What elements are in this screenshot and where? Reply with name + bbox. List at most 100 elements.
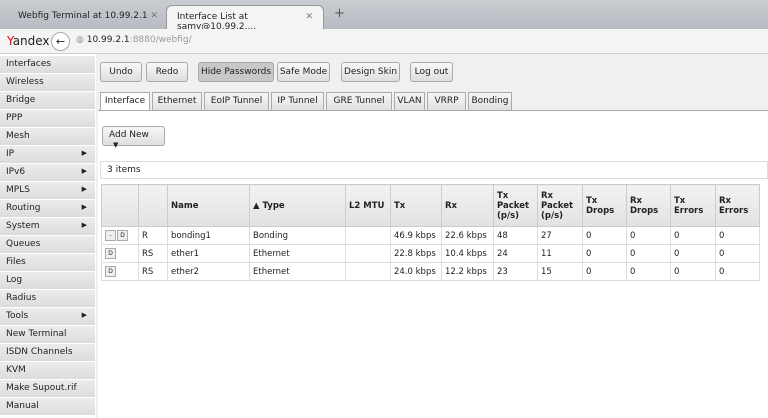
disable-button[interactable]: D xyxy=(105,266,116,277)
sidebar-item-mpls[interactable]: MPLS ▶ xyxy=(0,182,95,200)
tab-bonding[interactable]: Bonding xyxy=(468,92,512,110)
design-skin-button[interactable]: Design Skin xyxy=(341,62,400,82)
sidebar-item-kvm[interactable]: KVM xyxy=(0,362,95,380)
column-header[interactable]: Tx Errors xyxy=(670,184,716,227)
column-header[interactable]: Tx Packet (p/s) xyxy=(493,184,538,227)
column-header[interactable]: Name xyxy=(167,184,250,227)
tab-ethernet[interactable]: Ethernet xyxy=(152,92,202,110)
sidebar-item-ppp[interactable]: PPP xyxy=(0,110,95,128)
browser-tab-bar: Webfig Terminal at 10.99.2.1 ✕ Interface … xyxy=(0,0,768,32)
sidebar-item-wireless[interactable]: Wireless xyxy=(0,74,95,92)
disable-button[interactable]: D xyxy=(117,230,128,241)
column-header[interactable]: ▲ Type xyxy=(249,184,346,227)
cell-l2mtu xyxy=(345,244,391,263)
url-field[interactable]: ◍ 10.99.2.1:8880/webfig/ xyxy=(76,35,192,45)
sidebar-item-manual[interactable]: Manual xyxy=(0,398,95,416)
item-count: 3 items xyxy=(100,161,768,179)
chevron-right-icon: ▶ xyxy=(81,185,87,193)
collapse-button[interactable]: - xyxy=(105,230,116,241)
cell-txd: 0 xyxy=(582,244,627,263)
sidebar-item-label: MPLS xyxy=(6,185,30,195)
tab-interface[interactable]: Interface xyxy=(100,92,150,111)
browser-tab-active[interactable]: Interface List at samy@10.99.2.... ✕ xyxy=(166,5,324,32)
cell-name: bonding1 xyxy=(167,226,250,245)
column-header[interactable]: Rx Packet (p/s) xyxy=(537,184,583,227)
column-header[interactable]: Rx Errors xyxy=(715,184,760,227)
cell-rx: 22.6 kbps xyxy=(441,226,494,245)
chevron-right-icon: ▶ xyxy=(81,167,87,175)
sidebar-item-label: Routing xyxy=(6,203,41,213)
sidebar-item-label: Radius xyxy=(6,293,37,303)
disable-button[interactable]: D xyxy=(105,248,116,259)
chevron-right-icon: ▶ xyxy=(81,221,87,229)
tab-vrrp[interactable]: VRRP xyxy=(427,92,466,110)
safe-mode-button[interactable]: Safe Mode xyxy=(277,62,330,82)
sidebar-item-label: Log xyxy=(6,275,23,285)
cell-txe: 0 xyxy=(670,226,716,245)
sidebar-item-new-terminal[interactable]: New Terminal xyxy=(0,326,95,344)
sidebar-item-routing[interactable]: Routing ▶ xyxy=(0,200,95,218)
column-header[interactable]: Rx Drops xyxy=(626,184,671,227)
main-content: Undo Redo Hide Passwords Safe Mode Desig… xyxy=(96,54,768,418)
cell-tx: 46.9 kbps xyxy=(390,226,442,245)
sidebar-item-label: Interfaces xyxy=(6,59,51,69)
undo-button[interactable]: Undo xyxy=(100,62,142,82)
cell-l2mtu xyxy=(345,262,391,281)
sidebar-item-label: IP xyxy=(6,149,15,159)
tab-eoip-tunnel[interactable]: EoIP Tunnel xyxy=(204,92,269,110)
sidebar-item-system[interactable]: System ▶ xyxy=(0,218,95,236)
sidebar-item-label: Queues xyxy=(6,239,41,249)
close-icon[interactable]: ✕ xyxy=(150,11,158,21)
column-header[interactable]: Tx xyxy=(390,184,442,227)
sidebar-item-label: Bridge xyxy=(6,95,36,105)
tab-ip-tunnel[interactable]: IP Tunnel xyxy=(271,92,324,110)
cell-type: Ethernet xyxy=(249,244,346,263)
cell-rx: 10.4 kbps xyxy=(441,244,494,263)
table-row[interactable]: - D Rbonding1 Bonding 46.9 kbps 22.6 kbps 48 27… xyxy=(101,226,760,245)
cell-rxe: 0 xyxy=(715,262,760,281)
sidebar-item-make-supout-rif[interactable]: Make Supout.rif xyxy=(0,380,95,398)
chevron-down-icon: ▼ xyxy=(113,141,119,149)
column-header[interactable]: Rx xyxy=(441,184,494,227)
cell-rxe: 0 xyxy=(715,226,760,245)
redo-button[interactable]: Redo xyxy=(146,62,188,82)
tab-gre-tunnel[interactable]: GRE Tunnel xyxy=(326,92,392,110)
cell-txe: 0 xyxy=(670,262,716,281)
sidebar-item-label: Wireless xyxy=(6,77,44,87)
sidebar-item-bridge[interactable]: Bridge xyxy=(0,92,95,110)
back-arrow-icon[interactable]: ← xyxy=(51,32,70,51)
close-icon[interactable]: ✕ xyxy=(305,12,313,22)
cell-flags: RS xyxy=(138,262,168,281)
sidebar-item-label: KVM xyxy=(6,365,26,375)
sidebar-item-files[interactable]: Files xyxy=(0,254,95,272)
sidebar-item-isdn-channels[interactable]: ISDN Channels xyxy=(0,344,95,362)
sidebar-item-ip[interactable]: IP ▶ xyxy=(0,146,95,164)
table-row[interactable]: D RS ether2 Ethernet 24.0 kbps 12.2 kbps 23 15 0… xyxy=(101,262,760,281)
logout-button[interactable]: Log out xyxy=(410,62,453,82)
sidebar-item-label: Mesh xyxy=(6,131,30,141)
cell-rxe: 0 xyxy=(715,244,760,263)
sidebar: Interfaces Wireless Bridge PPP Mesh IP ▶ IPv6 ▶ M… xyxy=(0,56,95,416)
sidebar-item-log[interactable]: Log xyxy=(0,272,95,290)
sidebar-item-tools[interactable]: Tools ▶ xyxy=(0,308,95,326)
sidebar-item-ipv6[interactable]: IPv6 ▶ xyxy=(0,164,95,182)
browser-logo: Yandex xyxy=(7,34,50,48)
add-new-button[interactable]: Add New ▼ xyxy=(102,126,165,149)
sidebar-item-queues[interactable]: Queues xyxy=(0,236,95,254)
column-header[interactable]: Tx Drops xyxy=(582,184,627,227)
sidebar-item-interfaces[interactable]: Interfaces xyxy=(0,56,95,74)
sidebar-item-label: Files xyxy=(6,257,26,267)
hide-passwords-button[interactable]: Hide Passwords xyxy=(198,62,274,82)
cell-rx: 12.2 kbps xyxy=(441,262,494,281)
sidebar-item-radius[interactable]: Radius xyxy=(0,290,95,308)
cell-txd: 0 xyxy=(582,262,627,281)
new-tab-icon[interactable]: + xyxy=(334,6,345,21)
column-header[interactable]: L2 MTU xyxy=(345,184,391,227)
sidebar-item-label: PPP xyxy=(6,113,23,123)
browser-tab[interactable]: Webfig Terminal at 10.99.2.1 ✕ xyxy=(8,5,168,29)
sidebar-item-mesh[interactable]: Mesh xyxy=(0,128,95,146)
tab-vlan[interactable]: VLAN xyxy=(394,92,425,110)
cell-rxd: 0 xyxy=(626,226,671,245)
address-bar: Yandex ← ◍ 10.99.2.1:8880/webfig/ xyxy=(0,29,768,54)
table-row[interactable]: D RS ether1 Ethernet 22.8 kbps 10.4 kbps 24 11 0… xyxy=(101,244,760,263)
